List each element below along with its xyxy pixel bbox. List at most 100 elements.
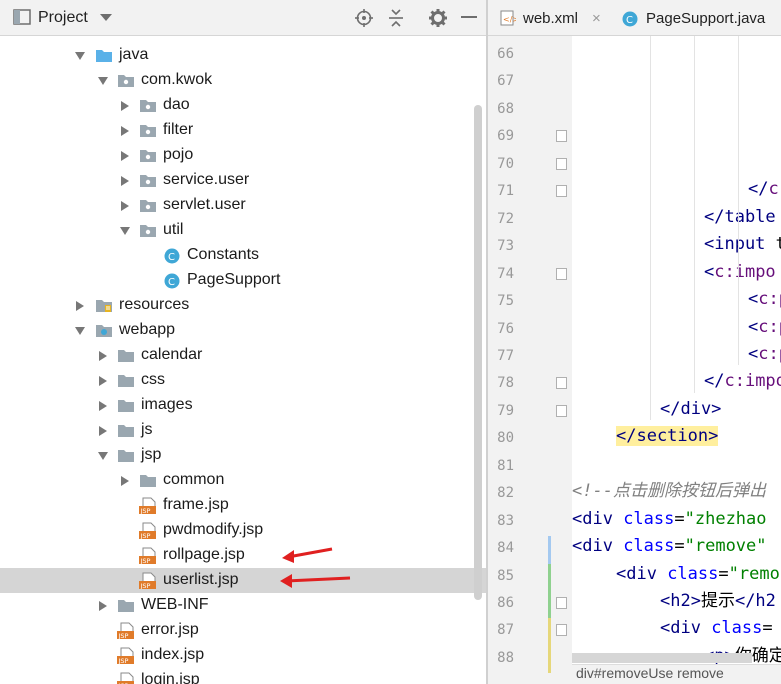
vcs-change-marker[interactable] (548, 645, 551, 674)
code-line: <h2>提示</h2 (660, 588, 776, 615)
tree-item-label: com.kwok (141, 71, 213, 88)
expanded-arrow-icon[interactable] (120, 226, 130, 236)
project-view-selector[interactable]: Project (38, 9, 88, 27)
gear-icon[interactable] (429, 9, 447, 27)
collapsed-arrow-icon[interactable] (120, 476, 130, 486)
tree-item[interactable]: pojo (0, 143, 486, 168)
code-token: c:p (758, 316, 781, 337)
tree-item[interactable]: filter (0, 118, 486, 143)
fold-marker-icon[interactable] (556, 157, 567, 170)
close-icon[interactable]: × (592, 10, 601, 27)
fold-marker-icon[interactable] (556, 377, 567, 390)
code-token: </table (704, 206, 776, 227)
collapsed-arrow-icon[interactable] (75, 301, 85, 311)
code-token: c:impo (714, 261, 776, 282)
vcs-change-marker[interactable] (548, 591, 551, 619)
folder-icon (118, 375, 134, 387)
collapsed-arrow-icon[interactable] (120, 101, 130, 111)
collapsed-arrow-icon[interactable] (98, 401, 108, 411)
svg-text:</>: </> (503, 15, 516, 24)
minimize-icon[interactable] (461, 16, 477, 20)
folder-icon (140, 475, 156, 487)
collapse-all-icon[interactable] (387, 9, 405, 27)
line-number: 83 (497, 512, 514, 529)
crosshair-icon[interactable] (355, 9, 373, 27)
collapsed-arrow-icon[interactable] (120, 126, 130, 136)
tree-item[interactable]: jsp (0, 443, 486, 468)
tree-item-label: login.jsp (141, 671, 200, 684)
tree-item[interactable]: JSP pwdmodify.jsp (0, 518, 486, 543)
line-number: 68 (497, 100, 514, 117)
line-number: 73 (497, 238, 514, 255)
code-token: "remove" (684, 536, 767, 557)
project-tree-scrollbar[interactable] (474, 105, 482, 600)
web-folder-icon (96, 325, 112, 337)
package-icon (140, 225, 156, 237)
tree-item[interactable]: servlet.user (0, 193, 486, 218)
line-number: 78 (497, 375, 514, 392)
breadcrumb[interactable]: div#removeUse remove (572, 664, 781, 684)
chevron-down-icon[interactable] (100, 14, 112, 22)
tree-item[interactable]: resources (0, 293, 486, 318)
svg-text:JSP: JSP (140, 557, 151, 564)
expanded-arrow-icon[interactable] (75, 51, 85, 61)
tree-item[interactable]: java (0, 43, 486, 68)
class-icon: C (164, 248, 180, 264)
package-icon (140, 150, 156, 162)
code-token: "zhezhao (684, 508, 767, 529)
fold-marker-icon[interactable] (556, 624, 567, 637)
fold-marker-icon[interactable] (556, 404, 567, 417)
fold-marker-icon[interactable] (556, 267, 567, 280)
code-token: <div (616, 563, 668, 584)
tree-item-label: jsp (141, 446, 162, 463)
code-line: <!--点击删除按钮后弹出 (572, 478, 766, 505)
code-token: <div (572, 508, 624, 529)
expanded-arrow-icon[interactable] (98, 451, 108, 461)
expanded-arrow-icon[interactable] (75, 326, 85, 336)
tree-item[interactable]: JSP userlist.jsp (0, 568, 486, 593)
tree-item[interactable]: JSP login.jsp (0, 668, 486, 684)
folder-icon (118, 350, 134, 362)
collapsed-arrow-icon[interactable] (98, 376, 108, 386)
collapsed-arrow-icon[interactable] (120, 151, 130, 161)
tree-item[interactable]: common (0, 468, 486, 493)
expanded-arrow-icon[interactable] (98, 76, 108, 86)
line-number: 85 (497, 567, 514, 584)
tree-item[interactable]: css (0, 368, 486, 393)
tree-item[interactable]: js (0, 418, 486, 443)
tree-item[interactable]: JSP frame.jsp (0, 493, 486, 518)
tree-item[interactable]: util (0, 218, 486, 243)
code-line: <div class="remo (616, 561, 780, 588)
tree-item[interactable]: JSP index.jsp (0, 643, 486, 668)
tree-item[interactable]: WEB-INF (0, 593, 486, 618)
code-token: </section> (616, 426, 719, 447)
svg-text:JSP: JSP (140, 532, 151, 539)
tree-item[interactable]: C Constants (0, 243, 486, 268)
vcs-change-marker[interactable] (548, 563, 551, 591)
fold-marker-icon[interactable] (556, 597, 567, 609)
tab-pagesupport-java[interactable]: C PageSupport.java (616, 0, 781, 36)
horizontal-scrollbar[interactable] (572, 653, 752, 663)
fold-marker-icon[interactable] (556, 185, 567, 198)
collapsed-arrow-icon[interactable] (98, 601, 108, 611)
code-line: </div> (660, 396, 721, 423)
collapsed-arrow-icon[interactable] (98, 351, 108, 361)
fold-marker-icon[interactable] (556, 130, 567, 143)
collapsed-arrow-icon[interactable] (120, 201, 130, 211)
tree-item[interactable]: service.user (0, 168, 486, 193)
collapsed-arrow-icon[interactable] (120, 176, 130, 186)
vcs-change-marker[interactable] (548, 618, 551, 646)
collapsed-arrow-icon[interactable] (98, 426, 108, 436)
tree-item[interactable]: com.kwok (0, 68, 486, 93)
vcs-change-marker[interactable] (548, 536, 551, 564)
tree-item[interactable]: JSP error.jsp (0, 618, 486, 643)
code-area[interactable]: </c</table<input t<c:impo<c:p<c:p<c:p</c… (572, 36, 781, 684)
tree-item[interactable]: dao (0, 93, 486, 118)
tree-item[interactable]: calendar (0, 343, 486, 368)
tree-item[interactable]: webapp (0, 318, 486, 343)
tree-item[interactable]: images (0, 393, 486, 418)
folder-icon (118, 600, 134, 612)
tab-web-xml[interactable]: </> web.xml × (488, 0, 616, 36)
tree-item[interactable]: C PageSupport (0, 268, 486, 293)
tree-item[interactable]: JSP rollpage.jsp (0, 543, 486, 568)
